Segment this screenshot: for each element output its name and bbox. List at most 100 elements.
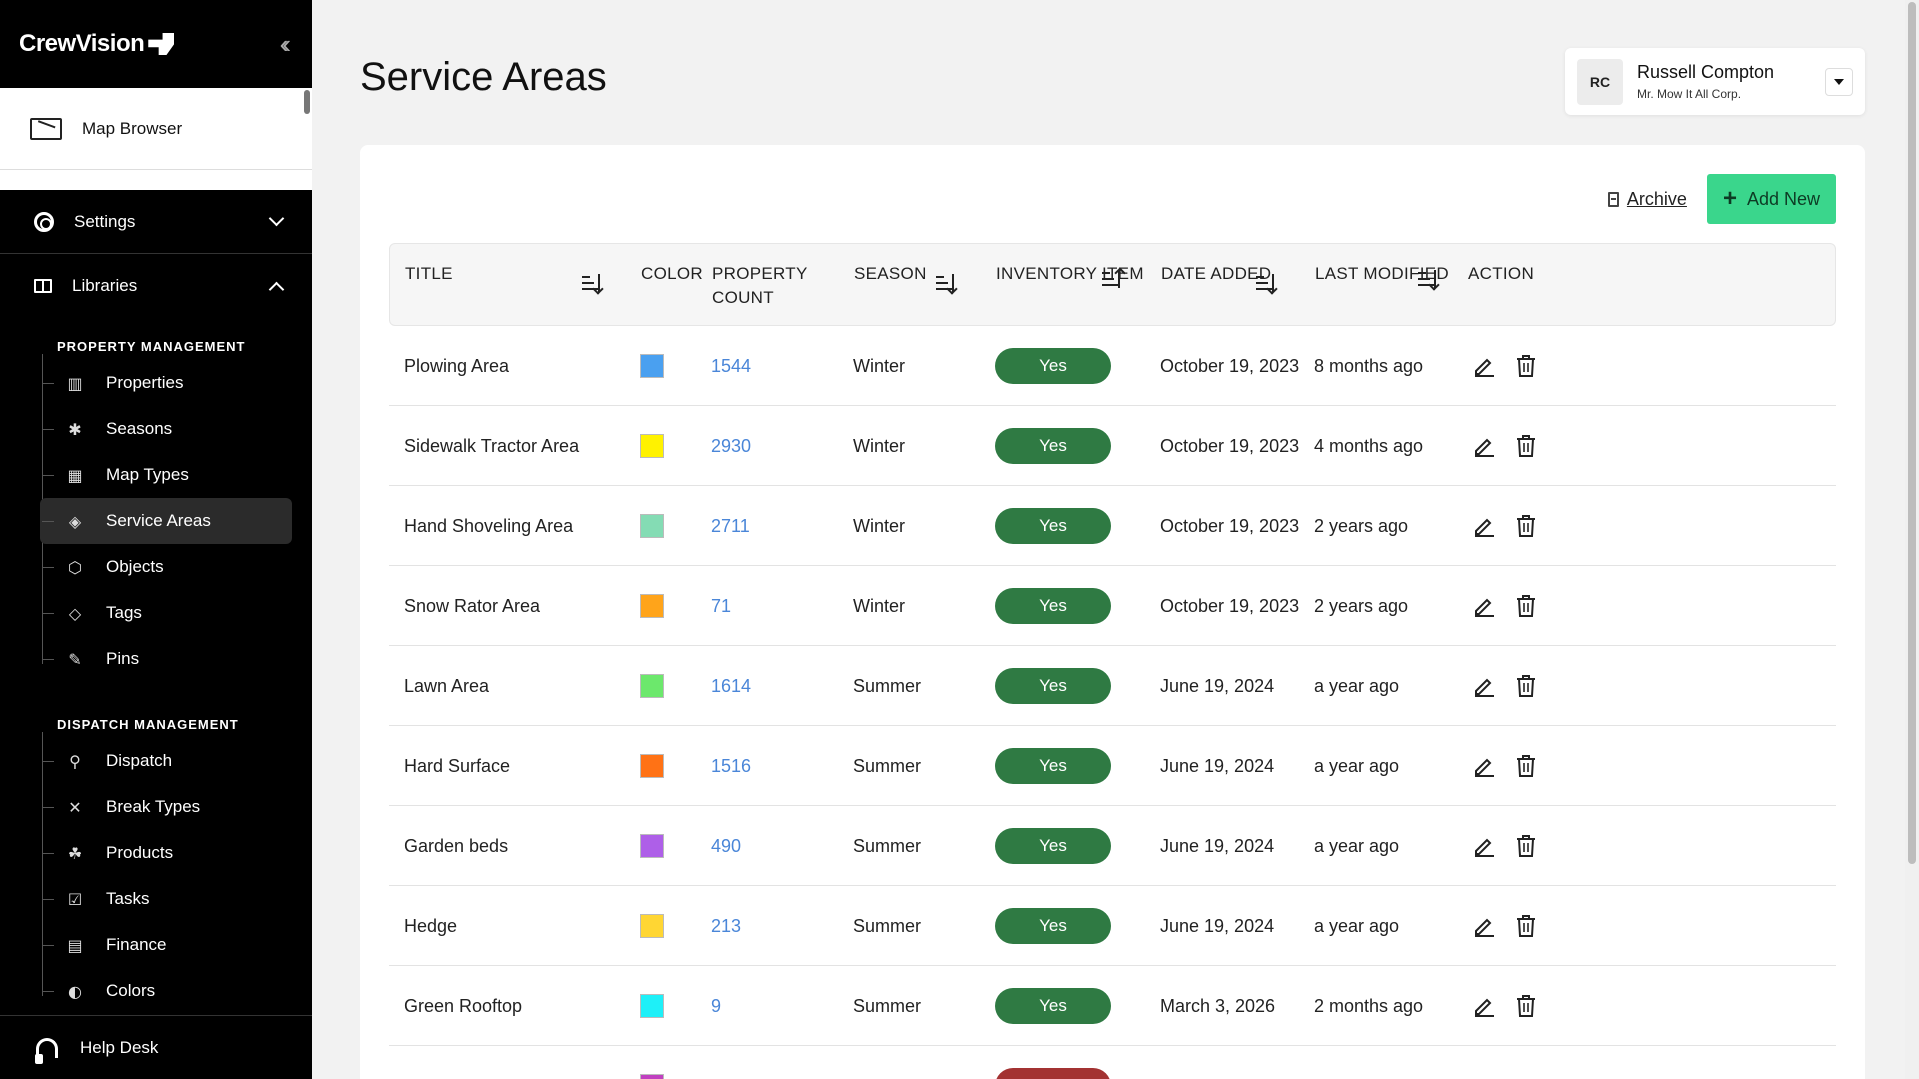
row-date-added: October 19, 2023 [1160,515,1300,536]
sidebar-scrollbar[interactable] [304,90,310,114]
collapse-sidebar-icon[interactable]: ‹‹ [280,29,293,60]
sort-title-icon[interactable] [582,274,604,294]
table-row[interactable]: Garden beds 490 Summer Yes June 19, 2024 a ye… [389,806,1836,886]
edit-icon[interactable] [1471,833,1497,859]
nav-group-list: ⚲ Dispatch ✕ Break Types ☘ Products ☑ Tasks ▤ Fin… [40,732,312,1014]
sort-season-icon[interactable] [936,274,958,294]
nav-group-label: PROPERTY MANAGEMENT [57,339,246,354]
row-last-modified: a year ago [1314,835,1400,856]
sidebar-item-pins[interactable]: ✎ Pins [40,636,292,682]
sidebar-item-objects[interactable]: ⬡ Objects [40,544,292,590]
table-row[interactable]: Hedge 213 Summer Yes June 19, 2024 a year ago [389,886,1836,966]
page-title: Service Areas [360,55,607,99]
sidebar-item-label: Pins [106,649,140,668]
column-header-action: ACTION [1468,264,1535,283]
property-count-link[interactable]: 1614 [711,676,751,697]
sidebar-item-break-types[interactable]: ✕ Break Types [40,784,292,830]
trash-icon[interactable] [1513,353,1539,379]
trash-icon[interactable] [1513,833,1539,859]
sort-last-modified-icon[interactable] [1418,270,1440,290]
table-row[interactable]: Hand Shoveling Area 2711 Winter Yes October … [389,486,1836,566]
add-new-button[interactable]: + Add New [1706,174,1836,224]
sidebar-item-map-types[interactable]: ▦ Map Types [40,452,292,498]
inventory-badge: Yes [995,428,1111,464]
brand-logo[interactable]: CrewVision [19,30,175,58]
sidebar-item-dispatch[interactable]: ⚲ Dispatch [40,738,292,784]
property-count-link[interactable]: 1516 [711,756,751,777]
property-count-link[interactable]: 71 [711,596,731,617]
map-icon: ▦ [67,465,83,485]
edit-icon[interactable] [1471,913,1497,939]
sidebar-item-label: Colors [106,981,156,1000]
column-header-season[interactable]: SEASON [854,262,927,286]
column-header-title[interactable]: TITLE [405,262,453,286]
row-title: Plowing Area [404,355,510,376]
table-row[interactable]: Lawn Area 1614 Summer Yes June 19, 2024 a yea… [389,646,1836,726]
user-menu[interactable]: RC Russell Compton Mr. Mow It All Corp. [1565,48,1865,115]
service-areas-table: TITLE COLOR PROPERTY COUNT SEASON INVENT… [389,243,1836,1079]
sort-date-added-icon[interactable] [1256,274,1278,294]
edit-icon[interactable] [1471,433,1497,459]
inventory-badge: Yes [995,508,1111,544]
row-season: Winter [853,595,906,616]
property-count-link[interactable]: 2711 [711,516,750,537]
caret-down-icon[interactable] [1825,67,1853,96]
sidebar-item-service-areas[interactable]: ◈ Service Areas [40,498,292,544]
property-count-link[interactable]: 1544 [711,356,751,377]
edit-icon[interactable] [1471,513,1497,539]
libraries-section-toggle[interactable]: Libraries [0,254,312,318]
sidebar-item-properties[interactable]: ▥ Properties [40,360,292,406]
table-row[interactable]: Plowing Area 1544 Winter Yes October 19, 202… [389,326,1836,406]
page-scrollbar[interactable] [1905,0,1919,1079]
color-swatch [640,994,664,1018]
table-row[interactable]: Sidewalk Tractor Area 2930 Winter Yes Octobe… [389,406,1836,486]
archive-link[interactable]: Archive [1607,189,1687,210]
trash-icon[interactable] [1513,593,1539,619]
edit-icon[interactable] [1471,673,1497,699]
help-desk-link[interactable]: Help Desk [0,1015,312,1079]
sidebar-item-tags[interactable]: ◇ Tags [40,590,292,636]
sort-inventory-icon[interactable] [1102,270,1124,290]
column-header-date-added[interactable]: DATE ADDED [1161,262,1271,286]
table-row[interactable]: Green Rooftop 9 Summer Yes March 3, 2026 2 mo… [389,966,1836,1046]
sidebar-item-finance[interactable]: ▤ Finance [40,922,292,968]
header-property-line1: PROPERTY [712,264,808,283]
edit-icon[interactable] [1471,593,1497,619]
inventory-badge: Yes [995,348,1111,384]
trash-icon[interactable] [1513,753,1539,779]
settings-section-toggle[interactable]: Settings [0,190,312,254]
table-row[interactable]: Hard Surface 1516 Summer Yes June 19, 2024 a … [389,726,1836,806]
row-date-added: October 19, 2023 [1160,355,1300,376]
row-title: Hand Shoveling Area [404,515,574,536]
trash-icon[interactable] [1513,913,1539,939]
property-count-link[interactable]: 9 [711,996,721,1017]
color-swatch [640,434,664,458]
property-count-link[interactable]: 490 [711,836,741,857]
sidebar-header: CrewVision ‹‹ [0,0,312,88]
trash-icon[interactable] [1513,433,1539,459]
palette-icon: ◐ [68,981,82,1001]
property-count-link[interactable]: 2930 [711,436,751,457]
table-row[interactable]: Snow Rator Area 71 Winter Yes October 19, 20… [389,566,1836,646]
service-areas-panel: Archive + Add New TITLE COLOR PROPERTY C… [360,145,1865,1079]
panel-toolbar: Archive + Add New [1607,174,1836,224]
sidebar-item-map-browser[interactable]: Map Browser [0,88,312,170]
sidebar-item-seasons[interactable]: ✱ Seasons [40,406,292,452]
edit-icon[interactable] [1471,993,1497,1019]
row-title: Green Rooftop [404,995,523,1016]
sidebar-item-products[interactable]: ☘ Products [40,830,292,876]
table-row[interactable] [389,1046,1836,1079]
table-header: TITLE COLOR PROPERTY COUNT SEASON INVENT… [389,243,1836,326]
color-swatch [640,514,664,538]
sidebar-item-tasks[interactable]: ☑ Tasks [40,876,292,922]
property-count-link[interactable]: 213 [711,916,741,937]
edit-icon[interactable] [1471,353,1497,379]
sidebar-item-colors[interactable]: ◐ Colors [40,968,292,1014]
nav-group-list: ▥ Properties ✱ Seasons ▦ Map Types ◈ Service Ar… [40,354,312,682]
help-desk-label: Help Desk [80,1037,159,1057]
trash-icon[interactable] [1513,993,1539,1019]
trash-icon[interactable] [1513,513,1539,539]
trash-icon[interactable] [1513,673,1539,699]
edit-icon[interactable] [1471,753,1497,779]
page-scrollbar-thumb[interactable] [1908,2,1916,864]
